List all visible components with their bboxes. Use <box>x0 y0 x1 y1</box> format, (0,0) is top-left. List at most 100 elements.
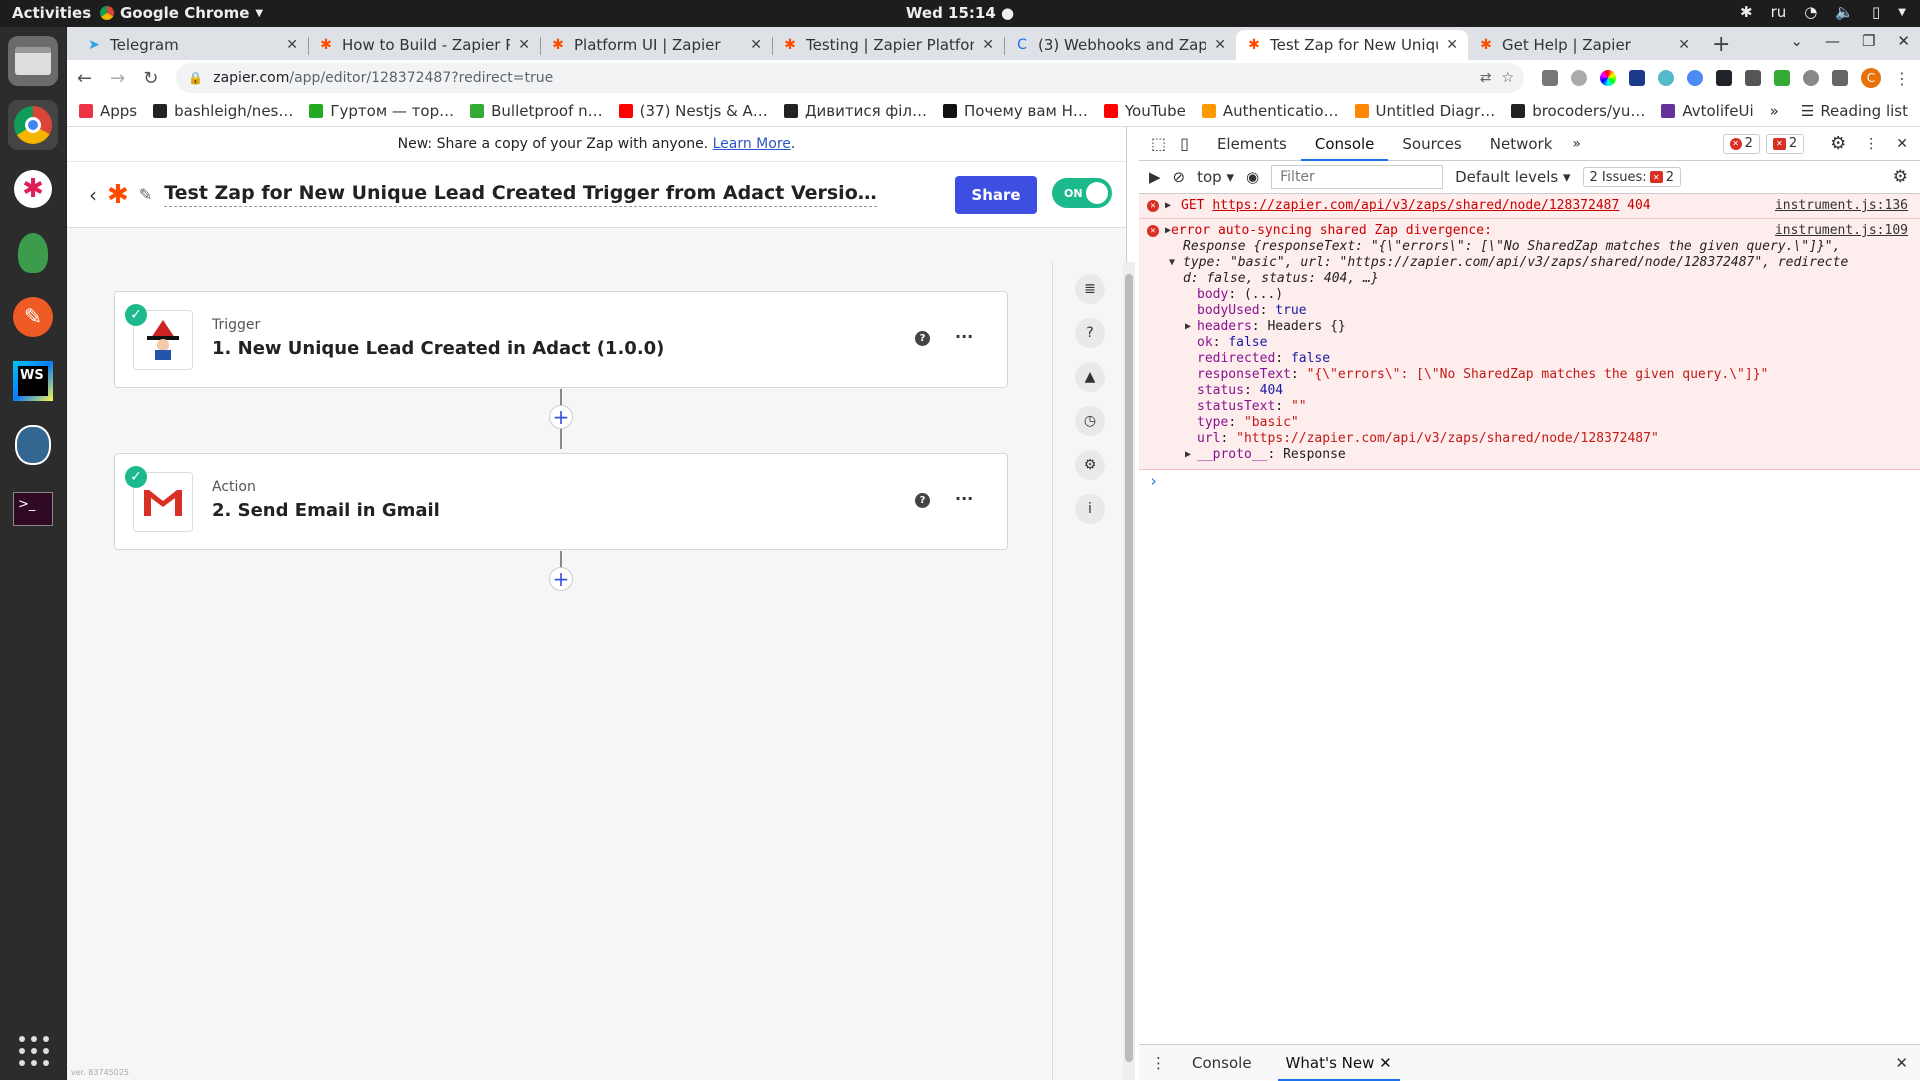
history-clock-icon[interactable]: ◷ <box>1075 406 1105 436</box>
new-tab-button[interactable]: + <box>1712 32 1730 57</box>
tab-close-icon[interactable]: ✕ <box>1214 37 1226 53</box>
puzzle-icon[interactable] <box>1832 70 1848 86</box>
response-property[interactable]: bodyUsed: true <box>1139 303 1920 319</box>
tab-elements[interactable]: Elements <box>1203 127 1301 161</box>
expand-triangle-icon[interactable]: ▶ <box>1185 447 1191 463</box>
trigger-step[interactable]: ✓ Trigger 1. New Unique Lead Created in … <box>114 291 1008 388</box>
share-button[interactable]: Share <box>955 176 1037 214</box>
zapier-logo[interactable]: ✱ <box>107 180 129 210</box>
request-url[interactable]: https://zapier.com/api/v3/zaps/shared/no… <box>1212 198 1619 213</box>
issues-button[interactable]: 2 Issues: ✕ 2 <box>1582 167 1681 187</box>
drawer-tab-whats-new[interactable]: What's New ✕ <box>1277 1045 1400 1081</box>
settings-gear-icon[interactable]: ⚙ <box>1830 133 1846 154</box>
app-ext-icon[interactable] <box>1629 70 1645 86</box>
postman-icon[interactable]: ✎ <box>8 292 58 342</box>
browser-tab[interactable]: C (3) Webhooks and Zapie ✕ <box>1004 30 1236 60</box>
eye-icon[interactable]: ◉ <box>1246 168 1259 186</box>
robo3t-icon[interactable] <box>8 228 58 278</box>
response-property[interactable]: ok: false <box>1139 335 1920 351</box>
outline-icon[interactable]: ≣ <box>1075 274 1105 304</box>
show-apps-icon[interactable] <box>17 1034 51 1068</box>
response-property[interactable]: body: (...) <box>1139 287 1920 303</box>
source-link[interactable]: instrument.js:109 <box>1775 223 1908 239</box>
ext8-icon[interactable] <box>1745 70 1761 86</box>
bookmark-item[interactable]: YouTube <box>1103 102 1186 120</box>
edit-pencil-icon[interactable]: ✎ <box>139 185 152 204</box>
error-count-badge[interactable]: ✕ 2 <box>1722 133 1760 154</box>
console-prompt[interactable]: › <box>1139 470 1920 492</box>
back-arrow-icon[interactable]: ← <box>77 68 92 89</box>
bookmark-item[interactable]: Untitled Diagr… <box>1354 102 1495 120</box>
clock[interactable]: Wed 15:14 ● <box>0 4 1920 22</box>
drawer-menu-icon[interactable]: ⋮ <box>1151 1054 1166 1072</box>
bookmark-item[interactable]: Authenticatio… <box>1201 102 1339 120</box>
maximize-button[interactable]: ❐ <box>1862 32 1875 50</box>
browser-tab[interactable]: ➤ Telegram ✕ <box>76 30 308 60</box>
console-settings-icon[interactable]: ⚙ <box>1893 167 1908 187</box>
colorpick-ext-icon[interactable] <box>1600 70 1616 86</box>
filter-input[interactable]: Filter <box>1271 165 1444 189</box>
chrome-dock-icon[interactable] <box>8 100 58 150</box>
clear-console-icon[interactable]: ⊘ <box>1173 168 1186 186</box>
profile-avatar[interactable]: C <box>1861 68 1881 88</box>
browser-tab[interactable]: ✱ How to Build - Zapier Pla ✕ <box>308 30 540 60</box>
bookmark-item[interactable]: Гуртом — тор… <box>309 102 454 120</box>
context-select[interactable]: top ▾ <box>1197 168 1234 186</box>
back-chevron-icon[interactable]: ‹ <box>89 183 97 207</box>
webstorm-icon[interactable]: WS <box>8 356 58 406</box>
more-options-icon[interactable]: ··· <box>955 489 973 508</box>
reload-icon[interactable]: ↻ <box>143 68 158 89</box>
reading-list[interactable]: Reading list <box>1820 102 1908 120</box>
tab-console[interactable]: Console <box>1300 127 1389 161</box>
gmail-ext-icon[interactable] <box>1542 70 1558 86</box>
tab-close-icon[interactable]: ✕ <box>518 37 530 53</box>
tab-search-icon[interactable]: ⌄ <box>1790 32 1803 50</box>
bookmark-item[interactable]: Bulletproof n… <box>470 102 603 120</box>
expand-triangle-icon[interactable]: ▶ <box>1165 198 1171 214</box>
bookmarks-overflow-icon[interactable]: » <box>1770 102 1779 120</box>
slack-icon[interactable]: ✱ <box>8 164 58 214</box>
ext10-icon[interactable] <box>1803 70 1819 86</box>
browser-tab[interactable]: ✱ Testing | Zapier Platform ✕ <box>772 30 1004 60</box>
zap-title[interactable]: Test Zap for New Unique Lead Created Tri… <box>164 182 877 207</box>
response-property[interactable]: ▶ __proto__: Response <box>1139 447 1920 463</box>
tab-close-icon[interactable]: ✕ <box>1678 37 1690 53</box>
tab-network[interactable]: Network <box>1476 127 1567 161</box>
ext9-icon[interactable] <box>1774 70 1790 86</box>
help-icon[interactable]: ? <box>915 493 930 508</box>
bookmark-item[interactable]: (37) Nestjs & A… <box>618 102 768 120</box>
system-tray[interactable]: ✱ ru ◔ 🔈 ▯ ▼ <box>1740 3 1906 21</box>
drawer-tab-console[interactable]: Console <box>1184 1045 1260 1081</box>
translate-icon[interactable]: ⇄ <box>1480 70 1492 86</box>
levels-select[interactable]: Default levels ▾ <box>1455 168 1570 186</box>
tab-close-icon[interactable]: ✕ <box>750 37 762 53</box>
close-devtools-icon[interactable]: ✕ <box>1896 136 1908 152</box>
minimize-button[interactable]: — <box>1825 32 1840 50</box>
page-scrollbar[interactable] <box>1123 262 1135 1080</box>
menu-dots-icon[interactable]: ⋮ <box>1894 69 1910 88</box>
response-property[interactable]: ▶ headers: Headers {} <box>1139 319 1920 335</box>
postgres-icon[interactable] <box>8 420 58 470</box>
tab-close-icon[interactable]: ✕ <box>1446 37 1458 53</box>
bookmark-item[interactable]: brocoders/yu… <box>1511 102 1645 120</box>
more-tabs-icon[interactable]: » <box>1572 136 1581 152</box>
response-property[interactable]: url: "https://zapier.com/api/v3/zaps/sha… <box>1139 431 1920 447</box>
abp-ext-icon[interactable] <box>1571 70 1587 86</box>
issue-count-badge[interactable]: ✕ 2 <box>1765 133 1805 154</box>
browser-tab[interactable]: ✱ Get Help | Zapier ✕ <box>1468 30 1700 60</box>
help-icon[interactable]: ? <box>915 331 930 346</box>
bookmark-item[interactable]: bashleigh/nes… <box>153 102 293 120</box>
terminal-icon[interactable]: >_ <box>8 484 58 534</box>
response-property[interactable]: responseText: "{\"errors\": [\"No Shared… <box>1139 367 1920 383</box>
address-bar[interactable]: 🔒 zapier.com/app/editor/128372487?redire… <box>176 63 1524 93</box>
close-drawer-icon[interactable]: ✕ <box>1895 1054 1908 1072</box>
slack-tray-icon[interactable]: ✱ <box>1740 3 1753 21</box>
tab-close-icon[interactable]: ✕ <box>286 37 298 53</box>
forward-arrow-icon[interactable]: → <box>110 68 125 89</box>
close-window-button[interactable]: ✕ <box>1897 32 1910 50</box>
response-property[interactable]: type: "basic" <box>1139 415 1920 431</box>
expand-triangle-icon[interactable]: ▶ <box>1165 223 1171 239</box>
response-property[interactable]: status: 404 <box>1139 383 1920 399</box>
sidebar-toggle-icon[interactable]: ▶ <box>1149 168 1161 186</box>
ext5-icon[interactable] <box>1658 70 1674 86</box>
